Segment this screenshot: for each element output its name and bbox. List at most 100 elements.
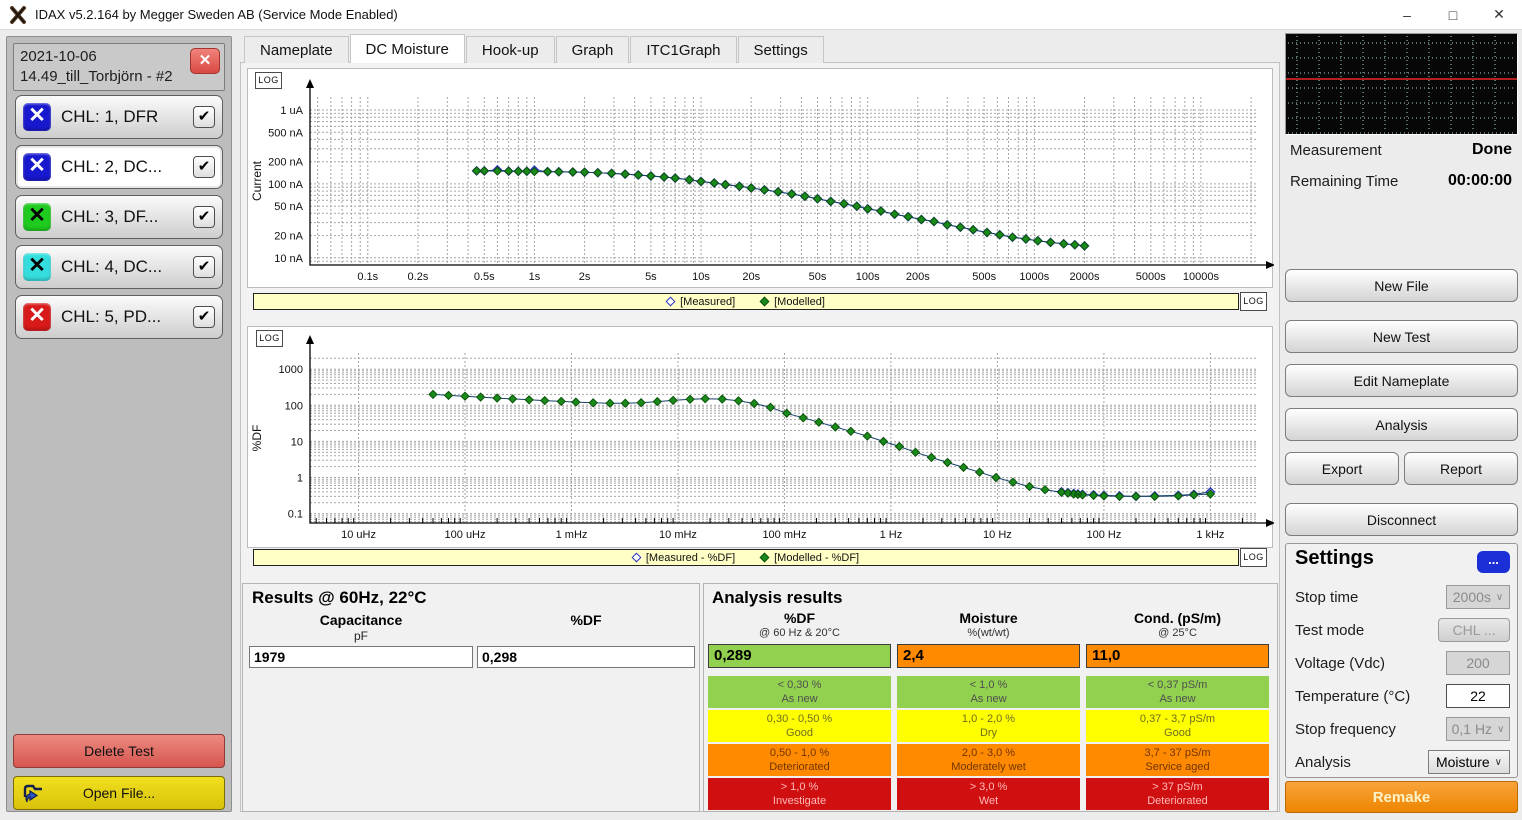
legend-modelled-df-label: [Modelled - %DF] bbox=[774, 552, 859, 564]
channel-row-5[interactable]: ✕CHL: 5, PD...✔ bbox=[15, 295, 223, 339]
remaining-time-label: Remaining Time bbox=[1290, 173, 1398, 190]
svg-text:Current: Current bbox=[250, 160, 264, 201]
svg-text:1: 1 bbox=[297, 473, 303, 485]
channel-color-icon: ✕ bbox=[23, 303, 51, 331]
settings-title: Settings bbox=[1295, 547, 1374, 570]
channel-row-4[interactable]: ✕CHL: 4, DC...✔ bbox=[15, 245, 223, 289]
log-scale-button-chart2[interactable]: LOG bbox=[256, 330, 283, 347]
analysis-value-cell: 0,289 bbox=[708, 644, 891, 668]
analysis-col-subheader: %(wt/wt) bbox=[897, 627, 1080, 639]
svg-text:5000s: 5000s bbox=[1136, 271, 1166, 283]
rating-cell: 0,50 - 1,0 %Deteriorated bbox=[708, 744, 891, 776]
channel-checkbox[interactable]: ✔ bbox=[193, 306, 215, 328]
rating-cell: < 1,0 %As new bbox=[897, 676, 1080, 708]
close-icon[interactable]: ✕ bbox=[1476, 0, 1522, 30]
setting-control[interactable]: Moisture∨ bbox=[1428, 750, 1510, 774]
analysis-button[interactable]: Analysis bbox=[1285, 408, 1518, 441]
legend-modelled-label: [Modelled] bbox=[774, 296, 825, 308]
capacitance-label: Capacitance bbox=[249, 612, 473, 628]
live-signal-display bbox=[1285, 33, 1518, 135]
svg-text:10 nA: 10 nA bbox=[274, 253, 303, 265]
setting-label: Test mode bbox=[1295, 622, 1364, 639]
setting-control[interactable]: 22 bbox=[1446, 684, 1510, 708]
log-scale-button-chart2-x[interactable]: LOG bbox=[1240, 548, 1267, 567]
setting-control[interactable]: CHL ... bbox=[1438, 618, 1510, 642]
export-button[interactable]: Export bbox=[1285, 452, 1399, 485]
svg-text:0.1: 0.1 bbox=[288, 509, 303, 521]
app-logo-icon bbox=[9, 6, 27, 24]
channel-color-icon: ✕ bbox=[23, 153, 51, 181]
close-test-button[interactable]: ✕ bbox=[190, 48, 220, 74]
measurement-status-badge: Done bbox=[1472, 141, 1512, 159]
log-scale-button-chart1[interactable]: LOG bbox=[255, 72, 282, 89]
df-chart: 10 uHz100 uHz1 mHz10 mHz100 mHz1 Hz10 Hz… bbox=[247, 326, 1273, 548]
tab-hook-up[interactable]: Hook-up bbox=[466, 36, 555, 63]
setting-row-stop-frequency: Stop frequency0,1 Hz∨ bbox=[1295, 716, 1510, 742]
legend-measured-label: [Measured] bbox=[680, 296, 735, 308]
legend-measured-df-label: [Measured - %DF] bbox=[646, 552, 735, 564]
test-sidebar: 2021-10-06 14.49_till_Torbjörn - #2 ✕ ✕C… bbox=[6, 36, 232, 812]
svg-text:0.1s: 0.1s bbox=[357, 271, 378, 283]
minimize-icon[interactable]: – bbox=[1384, 0, 1430, 30]
channel-row-2[interactable]: ✕CHL: 2, DC...✔ bbox=[15, 145, 223, 189]
svg-text:1 Hz: 1 Hz bbox=[880, 529, 903, 541]
report-button[interactable]: Report bbox=[1404, 452, 1518, 485]
df-label: %DF bbox=[477, 612, 695, 628]
channel-row-3[interactable]: ✕CHL: 3, DF...✔ bbox=[15, 195, 223, 239]
modelled-df-marker-icon bbox=[760, 553, 770, 563]
modelled-marker-icon bbox=[760, 297, 770, 307]
setting-control[interactable]: 200 bbox=[1446, 651, 1510, 675]
channel-checkbox[interactable]: ✔ bbox=[193, 206, 215, 228]
channel-checkbox[interactable]: ✔ bbox=[193, 256, 215, 278]
remake-button[interactable]: Remake bbox=[1285, 781, 1518, 813]
svg-text:5s: 5s bbox=[645, 271, 657, 283]
svg-text:1000s: 1000s bbox=[1019, 271, 1049, 283]
df-value-field[interactable]: 0,298 bbox=[477, 646, 695, 668]
new-file-button[interactable]: New File bbox=[1285, 269, 1518, 302]
open-file-icon bbox=[22, 782, 46, 805]
tab-graph[interactable]: Graph bbox=[556, 36, 630, 63]
rating-cell: 0,37 - 3,7 pS/mGood bbox=[1086, 710, 1269, 742]
maximize-icon[interactable]: □ bbox=[1430, 0, 1476, 30]
setting-control[interactable]: 2000s∨ bbox=[1446, 585, 1510, 609]
channel-checkbox[interactable]: ✔ bbox=[193, 156, 215, 178]
setting-row-test-mode: Test mode CHL ... bbox=[1295, 617, 1510, 643]
log-scale-button-chart1-x[interactable]: LOG bbox=[1240, 292, 1267, 311]
rating-cell: < 0,37 pS/mAs new bbox=[1086, 676, 1269, 708]
measurement-status-row: Measurement Done bbox=[1290, 138, 1512, 162]
svg-text:1000: 1000 bbox=[279, 364, 303, 376]
svg-text:100 nA: 100 nA bbox=[268, 179, 304, 191]
setting-control[interactable]: 0,1 Hz∨ bbox=[1446, 717, 1510, 741]
open-file-button[interactable]: Open File... bbox=[13, 776, 225, 810]
svg-text:2s: 2s bbox=[579, 271, 591, 283]
test-file-header[interactable]: 2021-10-06 14.49_till_Torbjörn - #2 ✕ bbox=[13, 43, 225, 91]
disconnect-button[interactable]: Disconnect bbox=[1285, 503, 1518, 536]
svg-text:1s: 1s bbox=[529, 271, 541, 283]
svg-text:50 nA: 50 nA bbox=[274, 201, 303, 213]
tab-nameplate[interactable]: Nameplate bbox=[244, 36, 349, 63]
delete-test-button[interactable]: Delete Test bbox=[13, 734, 225, 768]
edit-nameplate-button[interactable]: Edit Nameplate bbox=[1285, 364, 1518, 397]
new-test-button[interactable]: New Test bbox=[1285, 320, 1518, 353]
title-bar: IDAX v5.2.164 by Megger Sweden AB (Servi… bbox=[0, 0, 1522, 30]
results-panel: Results @ 60Hz, 22°C Capacitance pF %DF … bbox=[242, 583, 700, 812]
setting-label: Analysis bbox=[1295, 754, 1351, 771]
channel-checkbox[interactable]: ✔ bbox=[193, 106, 215, 128]
svg-text:200s: 200s bbox=[906, 271, 930, 283]
svg-text:500s: 500s bbox=[972, 271, 996, 283]
analysis-col-header: Moisture bbox=[897, 610, 1080, 626]
setting-row-stop-time: Stop time2000s∨ bbox=[1295, 584, 1510, 610]
tab-dc-moisture[interactable]: DC Moisture bbox=[350, 34, 465, 63]
tab-settings[interactable]: Settings bbox=[738, 36, 824, 63]
svg-text:10 mHz: 10 mHz bbox=[659, 529, 697, 541]
settings-more-button[interactable]: ... bbox=[1477, 551, 1510, 573]
tab-itc1graph[interactable]: ITC1Graph bbox=[630, 36, 736, 63]
svg-text:%DF: %DF bbox=[250, 425, 264, 452]
channel-label: CHL: 1, DFR bbox=[61, 107, 193, 127]
channel-row-1[interactable]: ✕CHL: 1, DFR✔ bbox=[15, 95, 223, 139]
capacitance-unit: pF bbox=[249, 629, 473, 643]
capacitance-value-field[interactable]: 1979 bbox=[249, 646, 473, 668]
chevron-down-icon: ∨ bbox=[1496, 592, 1503, 603]
analysis-col-header: Cond. (pS/m) bbox=[1086, 610, 1269, 626]
svg-text:1 uA: 1 uA bbox=[280, 105, 303, 117]
